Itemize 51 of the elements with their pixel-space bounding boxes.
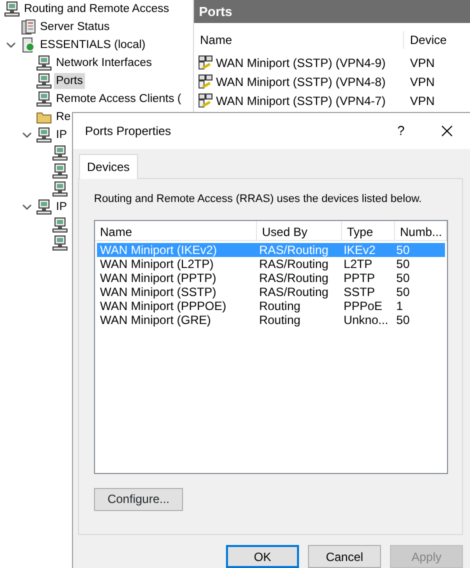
column-header[interactable]: Numb... bbox=[395, 220, 447, 240]
list-row[interactable]: WAN Miniport (L2TP) RAS/Routing L2TP 50 bbox=[97, 256, 445, 270]
table-cell-text: VPN bbox=[409, 92, 435, 110]
close-icon bbox=[441, 125, 453, 137]
computer-icon bbox=[52, 145, 68, 161]
server-icon bbox=[20, 37, 36, 53]
configure-button[interactable]: Configure... bbox=[94, 488, 183, 510]
computer-icon bbox=[52, 217, 68, 233]
computer-icon bbox=[52, 181, 68, 197]
tree-item[interactable]: Server Status bbox=[38, 19, 112, 35]
computer-icon bbox=[36, 73, 52, 89]
tree-item[interactable]: IP bbox=[54, 199, 69, 215]
list-item[interactable]: WAN Miniport (SSTP) (VPN4-8) bbox=[216, 72, 386, 90]
tree-item[interactable]: Routing and Remote Access bbox=[22, 1, 172, 17]
network-computers-icon bbox=[198, 54, 214, 70]
network-computers-icon bbox=[198, 74, 214, 90]
column-header[interactable]: Used By bbox=[257, 220, 342, 240]
network-computers-icon bbox=[198, 92, 214, 108]
column-header[interactable]: Name bbox=[194, 31, 404, 49]
dialog-button[interactable]: Cancel bbox=[308, 545, 381, 568]
computer-icon bbox=[52, 235, 68, 251]
tree-item[interactable]: ESSENTIALS (local) bbox=[38, 37, 148, 53]
tree-item[interactable]: Ports bbox=[54, 73, 85, 89]
computer-icon bbox=[52, 163, 68, 179]
column-header[interactable]: Type bbox=[342, 220, 395, 240]
dialog-button[interactable]: OK bbox=[226, 545, 299, 568]
computer-icon bbox=[36, 127, 52, 143]
table-cell-text: VPN bbox=[409, 54, 435, 72]
computer-icon bbox=[4, 1, 20, 17]
list-item[interactable]: WAN Miniport (SSTP) (VPN4-7) bbox=[216, 92, 386, 110]
list-row[interactable]: WAN Miniport (PPPOE) Routing PPPoE 1 bbox=[97, 298, 445, 312]
computer-icon bbox=[36, 199, 52, 215]
tab[interactable]: Devices bbox=[79, 154, 138, 179]
description-text: Routing and Remote Access (RRAS) uses the devices listed below. bbox=[94, 192, 423, 207]
help-button[interactable]: ? bbox=[378, 121, 424, 141]
tree-item[interactable]: Network Interfaces bbox=[54, 55, 154, 71]
tree-item[interactable]: Remote Access Clients ( bbox=[54, 91, 184, 107]
list-row[interactable]: WAN Miniport (GRE) Routing Unkno... 50 bbox=[97, 312, 445, 326]
tree-item[interactable]: IP bbox=[54, 127, 69, 143]
list-row[interactable]: WAN Miniport (PPTP) RAS/Routing PPTP 50 bbox=[97, 270, 445, 284]
window-title: Ports Properties bbox=[85, 123, 172, 140]
list-item[interactable]: WAN Miniport (SSTP) (VPN4-9) bbox=[216, 54, 386, 72]
tree-item[interactable]: Re bbox=[54, 109, 73, 125]
server-stack-icon bbox=[20, 19, 36, 35]
computer-icon bbox=[36, 91, 52, 107]
pane-title: Ports bbox=[194, 0, 470, 23]
list-row[interactable]: WAN Miniport (SSTP) RAS/Routing SSTP 50 bbox=[97, 284, 445, 298]
computer-icon bbox=[36, 55, 52, 71]
table-cell-text: VPN bbox=[409, 74, 435, 90]
column-header[interactable]: Device bbox=[404, 31, 447, 49]
column-header[interactable]: Name bbox=[95, 220, 257, 240]
